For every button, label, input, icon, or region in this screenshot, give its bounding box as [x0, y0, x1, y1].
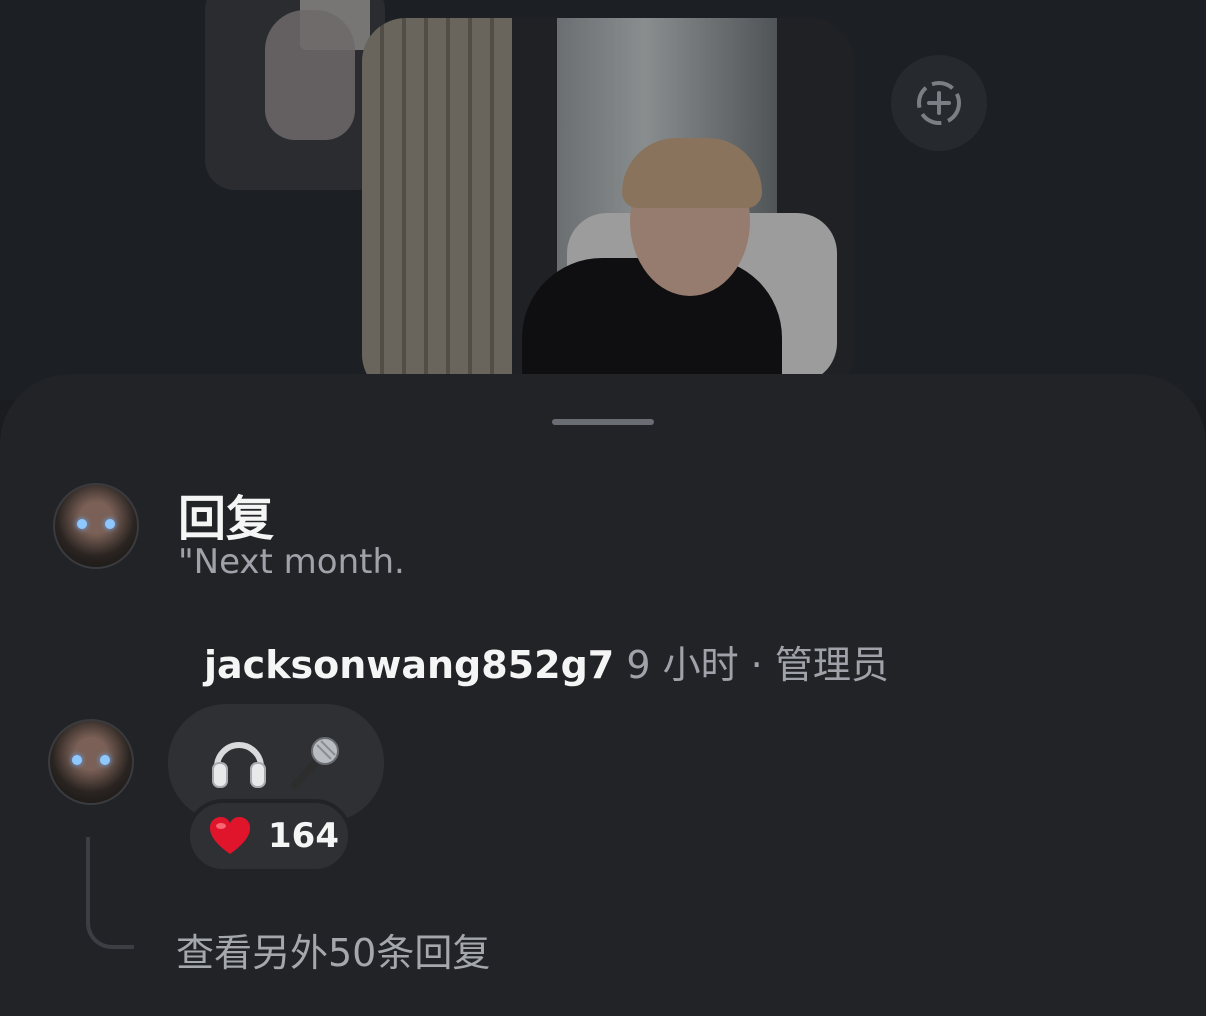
sheet-title: 回复	[178, 491, 275, 547]
thread-connector	[86, 837, 134, 949]
hand-image	[265, 10, 355, 140]
add-icon	[917, 81, 961, 125]
sheet-grabber[interactable]	[552, 419, 654, 425]
avatar-eye	[72, 755, 82, 765]
story-background	[0, 0, 1206, 400]
microphone-icon	[291, 737, 339, 789]
comment-meta: jacksonwang852g7 9 小时 · 管理员	[204, 634, 889, 689]
avatar-eye	[77, 519, 87, 529]
comment-time: 9 小时	[626, 643, 739, 687]
comment-username[interactable]: jacksonwang852g7	[204, 643, 614, 687]
quoted-text: "Next month.	[178, 542, 405, 582]
meta-separator: ·	[750, 643, 763, 687]
avatar[interactable]	[53, 483, 139, 569]
headphones-icon	[212, 742, 266, 788]
avatar-eye	[105, 519, 115, 529]
comment-role: 管理员	[774, 643, 889, 687]
view-more-replies-link[interactable]: 查看另外50条回复	[176, 922, 490, 977]
story-photo-front[interactable]	[362, 18, 854, 398]
replies-sheet: 回复 "Next month. jacksonwang852g7 9 小时 · …	[0, 374, 1206, 1016]
reaction-count: 164	[268, 816, 339, 856]
heart-icon	[210, 817, 250, 854]
avatar[interactable]	[48, 719, 134, 805]
photo-overlay	[362, 18, 854, 398]
story-photo-back[interactable]	[205, 0, 385, 190]
avatar-eye	[100, 755, 110, 765]
add-circle-dashed-icon[interactable]	[891, 55, 987, 151]
reaction-pill[interactable]: 164	[186, 799, 352, 873]
